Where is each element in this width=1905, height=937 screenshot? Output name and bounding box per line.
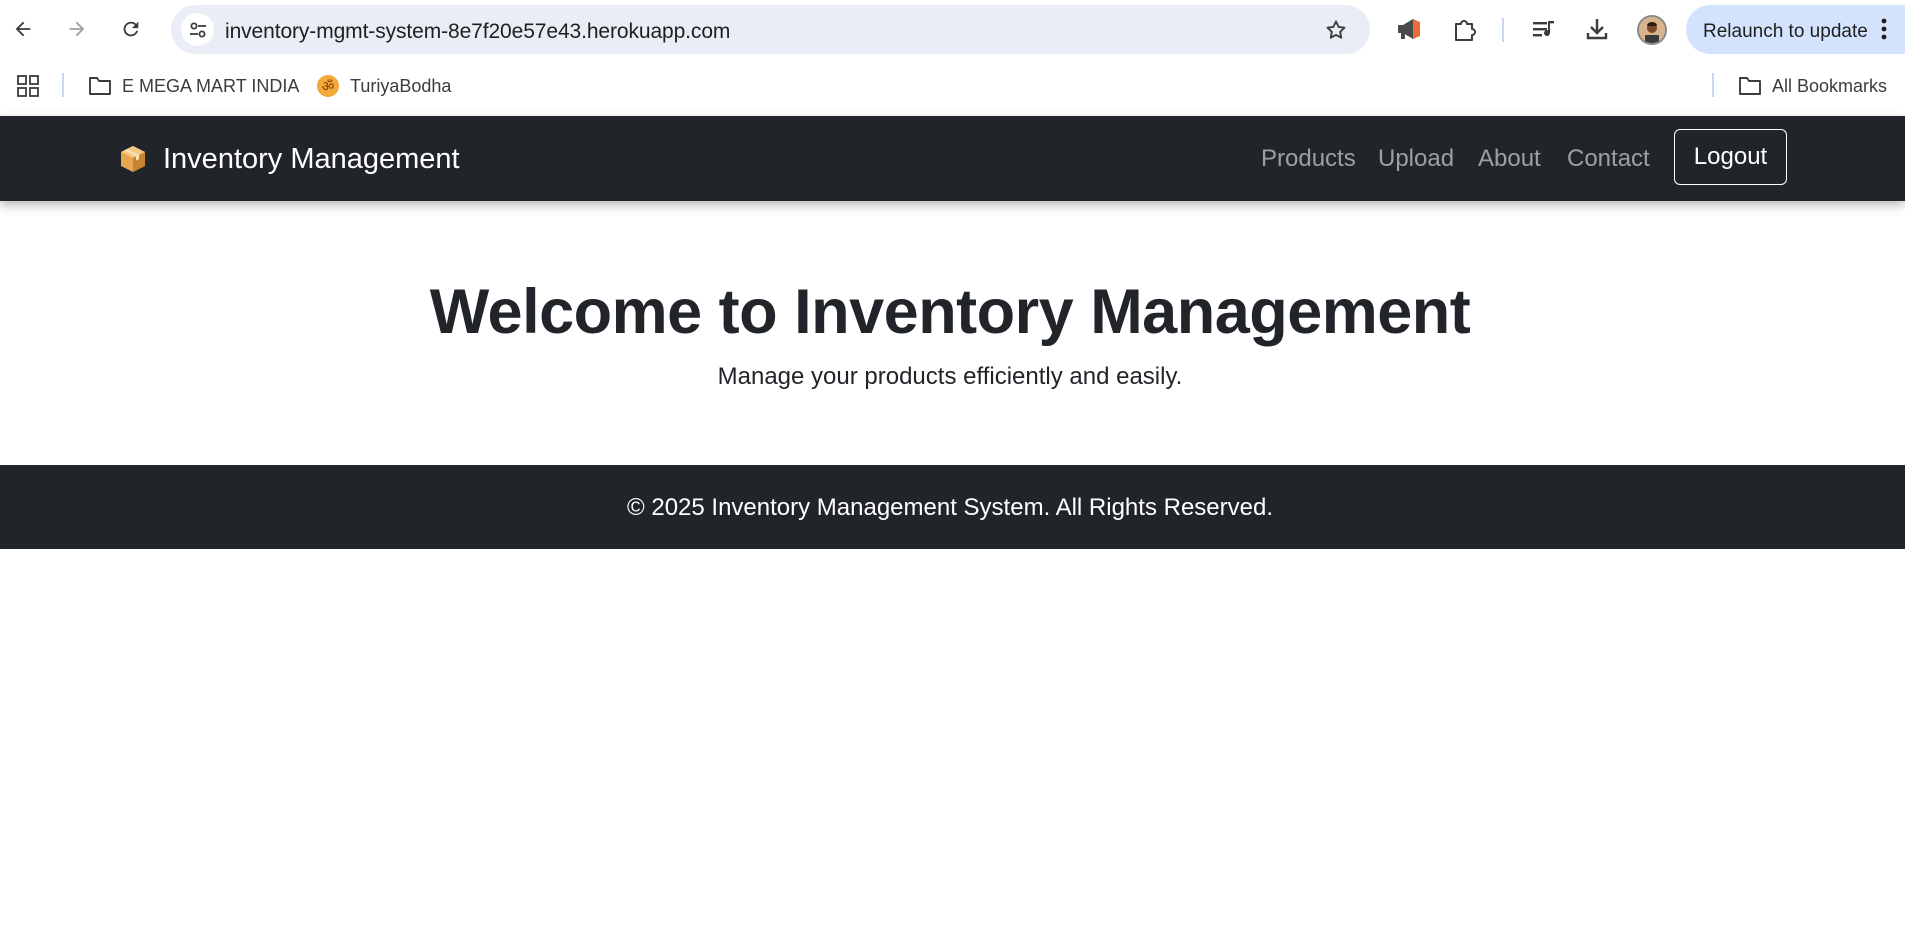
nav-about-link[interactable]: About [1478,145,1541,173]
megaphone-icon[interactable] [1394,14,1424,44]
folder-icon [88,75,112,97]
bookmark-label: E MEGA MART INDIA [122,75,300,96]
folder-icon [1738,75,1762,97]
brand-link[interactable]: Inventory Management [119,141,460,177]
brand-title: Inventory Management [163,142,460,175]
copyright-text: © 2025 Inventory Management System. All … [627,494,1273,521]
package-icon [121,146,145,172]
bookmarks-divider [62,73,64,97]
apps-button[interactable] [16,71,40,101]
url-text[interactable]: inventory-mgmt-system-8e7f20e57e43.herok… [225,20,730,44]
arrow-right-icon [69,21,85,37]
hero-subtitle: Manage your products efficiently and eas… [717,363,1183,390]
site-info-button[interactable] [181,13,214,46]
all-bookmarks-label: All Bookmarks [1772,75,1888,96]
vertical-dots-icon[interactable] [1874,17,1894,41]
download-icon[interactable] [1582,14,1612,44]
bookmarks-bar: E MEGA MART INDIA ॐ TuriyaBodha All Book… [0,60,1905,116]
hero-title: Welcome to Inventory Management [429,277,1471,347]
playlist-icon[interactable] [1529,14,1559,44]
back-button[interactable] [5,11,41,47]
nav-products-link[interactable]: Products [1261,145,1356,173]
relaunch-label: Relaunch to update [1703,21,1868,42]
reload-button[interactable] [113,11,149,47]
site-navbar: Inventory Management Products Upload Abo… [0,116,1905,201]
reload-icon [123,21,139,37]
bookmarks-divider [1712,73,1714,97]
om-favicon-icon: ॐ [316,74,340,98]
puzzle-icon[interactable] [1450,14,1480,44]
toolbar-divider [1502,18,1504,42]
logout-button[interactable]: Logout [1674,129,1787,185]
nav-upload-link[interactable]: Upload [1378,145,1454,173]
nav-contact-link[interactable]: Contact [1567,145,1650,173]
svg-text:ॐ: ॐ [322,79,335,95]
bookmark-label: TuriyaBodha [350,75,452,96]
bookmark-item[interactable]: E MEGA MART INDIA [88,71,299,101]
site-footer: © 2025 Inventory Management System. All … [0,465,1905,549]
profile-avatar[interactable] [1637,15,1667,45]
forward-button[interactable] [59,11,95,47]
arrow-left-icon [15,21,31,37]
apps-grid-icon [17,75,39,97]
bookmark-item[interactable]: ॐ TuriyaBodha [316,71,451,101]
all-bookmarks-button[interactable]: All Bookmarks [1738,71,1887,101]
person-icon [1639,17,1665,43]
relaunch-update-button[interactable]: Relaunch to update [1686,5,1905,54]
browser-toolbar: inventory-mgmt-system-8e7f20e57e43.herok… [0,0,1905,60]
address-bar[interactable]: inventory-mgmt-system-8e7f20e57e43.herok… [171,5,1370,54]
tune-icon [189,22,206,37]
star-icon[interactable] [1324,18,1348,42]
